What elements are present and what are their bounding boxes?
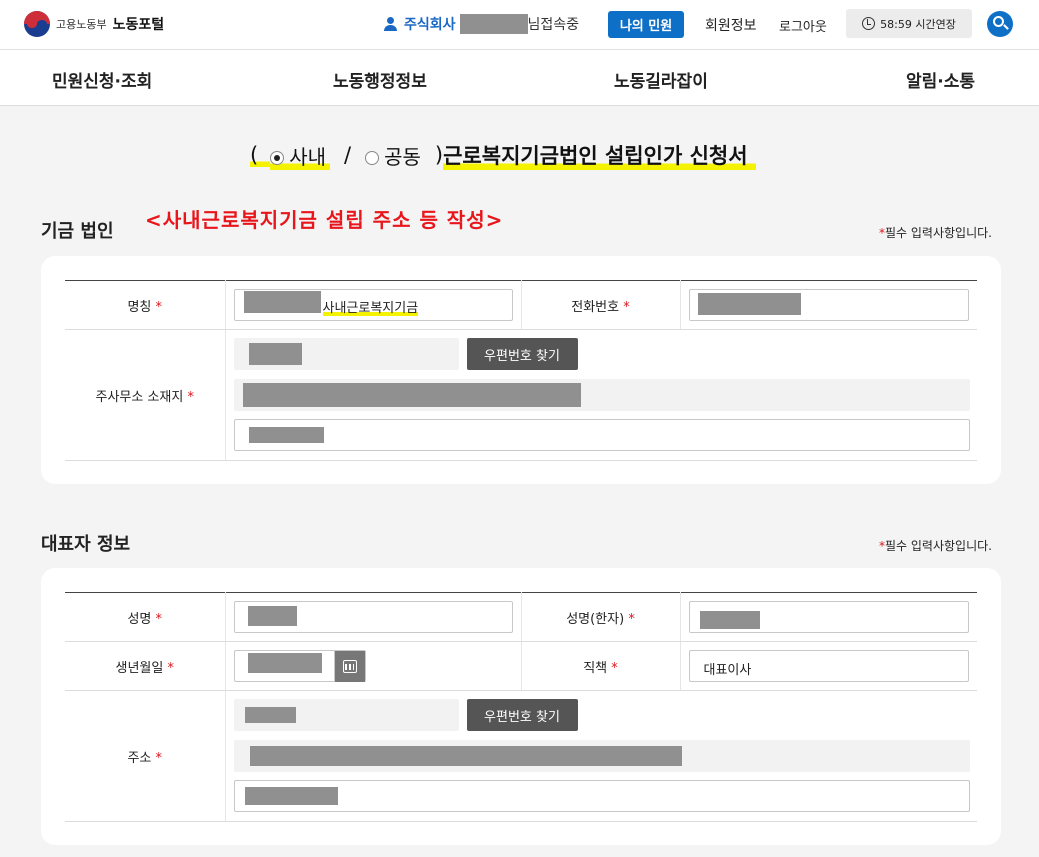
redacted-value xyxy=(242,383,581,407)
birth-label: 생년월일 * xyxy=(65,641,226,691)
user-info: 주식회사 님접속중 xyxy=(382,14,579,34)
position-value: 대표이사 xyxy=(703,663,752,678)
address-line2-input[interactable] xyxy=(233,419,970,451)
birth-date-input[interactable] xyxy=(233,650,366,682)
rep-table: 성명 * 성명(한자) * 생년월일 * 직책 * 대표이사 주소 * 우편번호… xyxy=(65,592,977,822)
search-button[interactable] xyxy=(987,11,1013,37)
radio-joint[interactable] xyxy=(365,151,380,165)
session-extend-button[interactable]: 58:59 시간연장 xyxy=(846,9,972,38)
user-icon xyxy=(382,16,398,32)
redacted-value xyxy=(248,427,324,443)
table-row: 명칭 * 사내근로복지기금 전화번호 * xyxy=(65,280,977,330)
option-internal[interactable]: 사내 xyxy=(270,140,331,170)
rep-postal-search-button[interactable]: 우편번호 찾기 xyxy=(466,699,578,731)
rep-required-note: *필수 입력사항입니다. xyxy=(879,539,992,553)
title-open-paren: ( xyxy=(250,143,271,167)
logout-link[interactable]: 로그아웃 xyxy=(779,16,827,35)
calendar-button[interactable] xyxy=(333,651,365,682)
phone-label: 전화번호 * xyxy=(520,280,681,330)
redacted-value xyxy=(248,343,302,365)
rep-address-label: 주소 * xyxy=(65,690,226,822)
option-joint[interactable]: 공동 xyxy=(365,141,421,170)
table-row: 주소 * 우편번호 찾기 xyxy=(65,690,977,822)
table-row: 성명 * 성명(한자) * xyxy=(65,592,977,642)
redacted-value xyxy=(244,787,338,805)
rep-name-label: 성명 * xyxy=(65,592,226,642)
phone-input[interactable] xyxy=(688,289,969,321)
redacted-value xyxy=(699,611,760,629)
fund-card: 명칭 * 사내근로복지기금 전화번호 * 주사무소 소재지 * 우편번호 찾기 xyxy=(41,256,1001,484)
position-input[interactable]: 대표이사 xyxy=(688,650,969,682)
rep-address-line1-input[interactable] xyxy=(233,740,970,772)
redacted-value xyxy=(249,746,682,766)
redacted-value xyxy=(247,653,322,673)
my-complaints-button[interactable]: 나의 민원 xyxy=(608,11,684,38)
address-line1-input[interactable] xyxy=(233,379,970,411)
rep-name-hanja-input[interactable] xyxy=(688,601,969,633)
member-info-link[interactable]: 회원정보 xyxy=(705,15,757,35)
name-label: 명칭 * xyxy=(65,280,226,330)
rep-section-title: 대표자 정보 xyxy=(41,534,131,555)
redacted-value xyxy=(244,707,296,723)
nav-item-notice[interactable]: 알림·소통 xyxy=(906,67,975,92)
user-status-text: 님접속중 xyxy=(527,17,580,33)
rep-card: 성명 * 성명(한자) * 생년월일 * 직책 * 대표이사 주소 * 우편번호… xyxy=(41,568,1001,845)
fund-table: 명칭 * 사내근로복지기금 전화번호 * 주사무소 소재지 * 우편번호 찾기 xyxy=(65,280,977,461)
nav-item-labor-admin[interactable]: 노동행정정보 xyxy=(333,67,427,92)
user-company-name: 주식회사 xyxy=(404,17,456,33)
rep-address-line2-input[interactable] xyxy=(233,780,970,812)
table-row: 주사무소 소재지 * 우편번호 찾기 xyxy=(65,329,977,461)
page-title: 근로복지기금법인 설립인가 신청서 xyxy=(443,140,756,170)
logo-portal-text: 노동포털 xyxy=(112,17,165,33)
redacted-company-name xyxy=(459,14,528,34)
table-row: 생년월일 * 직책 * 대표이사 xyxy=(65,641,977,691)
title-separator: / xyxy=(344,143,352,167)
fund-section-title: 기금 법인 xyxy=(41,221,114,242)
title-close-paren: ) xyxy=(434,143,444,167)
fund-required-note: *필수 입력사항입니다. xyxy=(879,226,992,240)
form-title: ( 사내 / 공동 ) 근로복지기금법인 설립인가 신청서 xyxy=(250,140,756,170)
redacted-value xyxy=(697,293,801,315)
main-nav: 민원신청·조회 노동행정정보 노동길라잡이 알림·소통 xyxy=(0,50,1039,106)
fund-name-input[interactable]: 사내근로복지기금 xyxy=(233,289,513,321)
fund-name-value: 사내근로복지기금 xyxy=(322,297,419,316)
annotation-text: <사내근로복지기금 설립 주소 등 작성> xyxy=(145,208,504,232)
redacted-value xyxy=(247,606,297,626)
radio-internal[interactable] xyxy=(270,151,285,165)
calendar-icon xyxy=(342,660,357,673)
rep-postal-code-input[interactable] xyxy=(233,699,459,731)
session-timer-text: 58:59 시간연장 xyxy=(880,17,956,31)
rep-name-hanja-label: 성명(한자) * xyxy=(520,592,681,642)
redacted-value xyxy=(243,291,321,313)
logo-ministry-text: 고용노동부 xyxy=(56,18,107,31)
site-logo[interactable]: 고용노동부 노동포털 xyxy=(24,11,164,37)
postal-code-input[interactable] xyxy=(233,338,459,370)
rep-name-input[interactable] xyxy=(233,601,513,633)
option-internal-label: 사내 xyxy=(289,144,327,169)
option-joint-label: 공동 xyxy=(384,144,421,169)
nav-item-labor-guide[interactable]: 노동길라잡이 xyxy=(614,67,708,92)
government-emblem-icon xyxy=(24,11,50,37)
postal-search-button[interactable]: 우편번호 찾기 xyxy=(466,338,578,370)
position-label: 직책 * xyxy=(520,641,681,691)
nav-item-complaints[interactable]: 민원신청·조회 xyxy=(52,67,152,92)
top-header: 고용노동부 노동포털 주식회사 님접속중 나의 민원 회원정보 로그아웃 58:… xyxy=(0,0,1039,50)
office-address-label: 주사무소 소재지 * xyxy=(65,329,226,461)
clock-icon xyxy=(862,17,876,30)
